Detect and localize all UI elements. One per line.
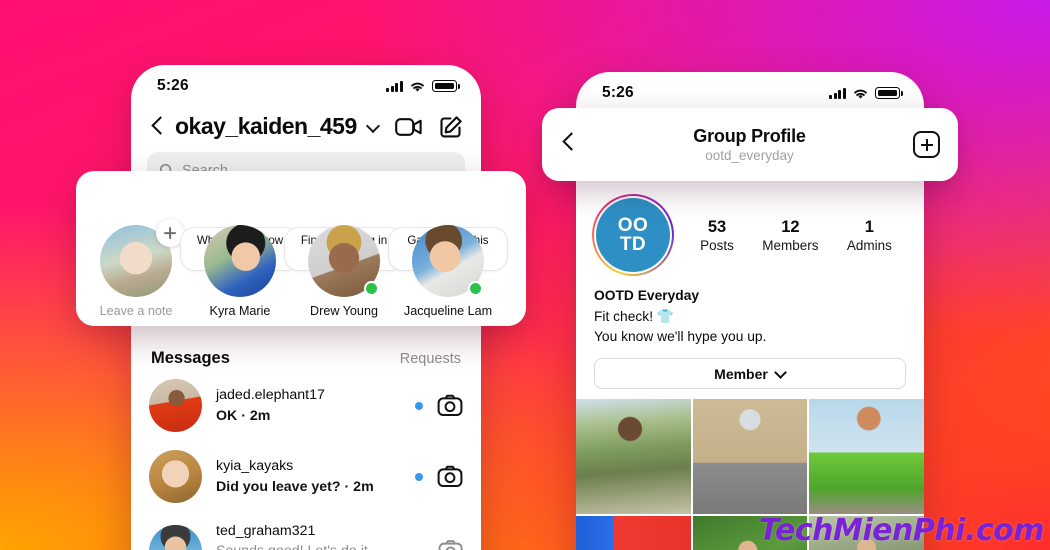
member-button[interactable]: Member [594, 358, 906, 390]
group-profile-header: Group Profile ootd_everyday [542, 108, 958, 181]
message-username: kyia_kayaks [216, 458, 294, 475]
unread-indicator [415, 401, 423, 410]
camera-icon[interactable] [437, 393, 463, 419]
group-bio: OOTD Everyday Fit check! 👕 You know we'l… [576, 276, 924, 348]
message-preview: OK · 2m [216, 407, 271, 424]
notes-tray: Leave a note Why is tomorrow Monday!? 😬 … [76, 171, 526, 326]
camera-icon[interactable] [437, 464, 463, 490]
note-label: Leave a note [99, 304, 173, 318]
avatar [149, 524, 202, 550]
compose-icon[interactable] [439, 115, 463, 139]
note-label: Jacqueline Lam [403, 304, 493, 318]
stat-value: 53 [707, 217, 727, 236]
group-name: OOTD Everyday [594, 288, 700, 303]
chevron-left-icon[interactable] [556, 130, 586, 160]
status-time: 5:26 [157, 77, 189, 94]
message-preview: Sounds good! Let's do it · 45m [216, 541, 402, 550]
chevron-down-icon[interactable] [366, 119, 381, 134]
watermark: TechMienPhi.com [758, 513, 1045, 548]
stat-label: Admins [846, 237, 892, 253]
avatar[interactable] [412, 225, 484, 297]
stat-admins[interactable]: 1 Admins [847, 218, 892, 253]
group-bio-line-1: Fit check! 👕 [594, 308, 675, 324]
group-avatar-line1: OO [617, 215, 649, 236]
group-bio-line-2: You know we'll hype you up. [594, 329, 767, 345]
group-profile-title: Group Profile [693, 126, 806, 146]
message-preview: Did you leave yet? · 2m [216, 478, 374, 495]
stat-label: Posts [700, 237, 734, 253]
avatar [149, 379, 202, 432]
signal-bars-icon [829, 87, 846, 99]
grid-cell[interactable] [809, 399, 924, 514]
note-label: Kyra Marie [209, 304, 271, 318]
online-indicator [364, 281, 379, 296]
avatar [149, 450, 202, 503]
left-status-bar: 5:26 [131, 65, 481, 107]
stat-value: 1 [864, 217, 874, 236]
message-row[interactable]: kyia_kayaks Did you leave yet? · 2m [131, 441, 481, 512]
status-time: 5:26 [602, 84, 634, 101]
wifi-icon [854, 89, 867, 99]
stat-label: Members [762, 237, 819, 253]
grid-cell[interactable] [576, 399, 691, 514]
plus-box-icon[interactable] [913, 131, 940, 158]
note-label: Drew Young [310, 304, 378, 318]
stat-value: 12 [781, 217, 800, 236]
group-avatar-line2: TD [619, 234, 647, 255]
group-stats-row: OO TD 53 Posts 12 Members 1 Admins [576, 180, 924, 276]
video-camera-icon[interactable] [395, 116, 423, 138]
group-avatar[interactable]: OO TD [596, 198, 670, 272]
camera-icon[interactable] [438, 538, 463, 550]
messages-header: Messages Requests [131, 339, 481, 370]
wifi-icon [411, 82, 424, 92]
avatar[interactable] [100, 219, 184, 297]
requests-link[interactable]: Requests [400, 351, 461, 367]
member-button-label: Member [714, 365, 768, 382]
dm-username[interactable]: okay_kaiden_459 [175, 113, 357, 140]
messages-title: Messages [151, 349, 230, 367]
dm-header: okay_kaiden_459 [131, 107, 481, 140]
group-avatar-ring[interactable]: OO TD [592, 194, 674, 276]
grid-cell[interactable] [692, 399, 808, 514]
message-row[interactable]: jaded.elephant17 OK · 2m [131, 370, 481, 441]
stat-posts[interactable]: 53 Posts [700, 218, 734, 253]
note-kyra-marie[interactable]: Why is tomorrow Monday!? 😬 Kyra Marie [180, 225, 300, 326]
message-row[interactable]: ted_graham321 Sounds good! Let's do it ·… [131, 512, 481, 550]
message-username: jaded.elephant17 [216, 387, 325, 404]
avatar[interactable] [204, 225, 276, 297]
grid-cell[interactable] [576, 515, 691, 550]
message-username: ted_graham321 [216, 523, 316, 539]
battery-icon [432, 80, 460, 92]
battery-icon [875, 87, 903, 99]
messages-section: Messages Requests jaded.elephant17 OK · … [131, 339, 481, 550]
online-indicator [468, 281, 483, 296]
note-leave-a-note[interactable]: Leave a note [84, 219, 188, 326]
stat-members[interactable]: 12 Members [762, 218, 818, 253]
chevron-left-icon[interactable] [145, 114, 171, 140]
signal-bars-icon [386, 80, 403, 92]
unread-indicator [415, 472, 423, 481]
chevron-down-icon [775, 368, 786, 379]
note-jacqueline-lam[interactable]: Game night this weekend? 🎲 Jacqueline La… [388, 225, 508, 326]
group-profile-handle: ootd_everyday [705, 148, 794, 163]
avatar[interactable] [308, 225, 380, 297]
note-drew-young[interactable]: Finally landing in NYC! ❤️ Drew Young [284, 225, 404, 326]
